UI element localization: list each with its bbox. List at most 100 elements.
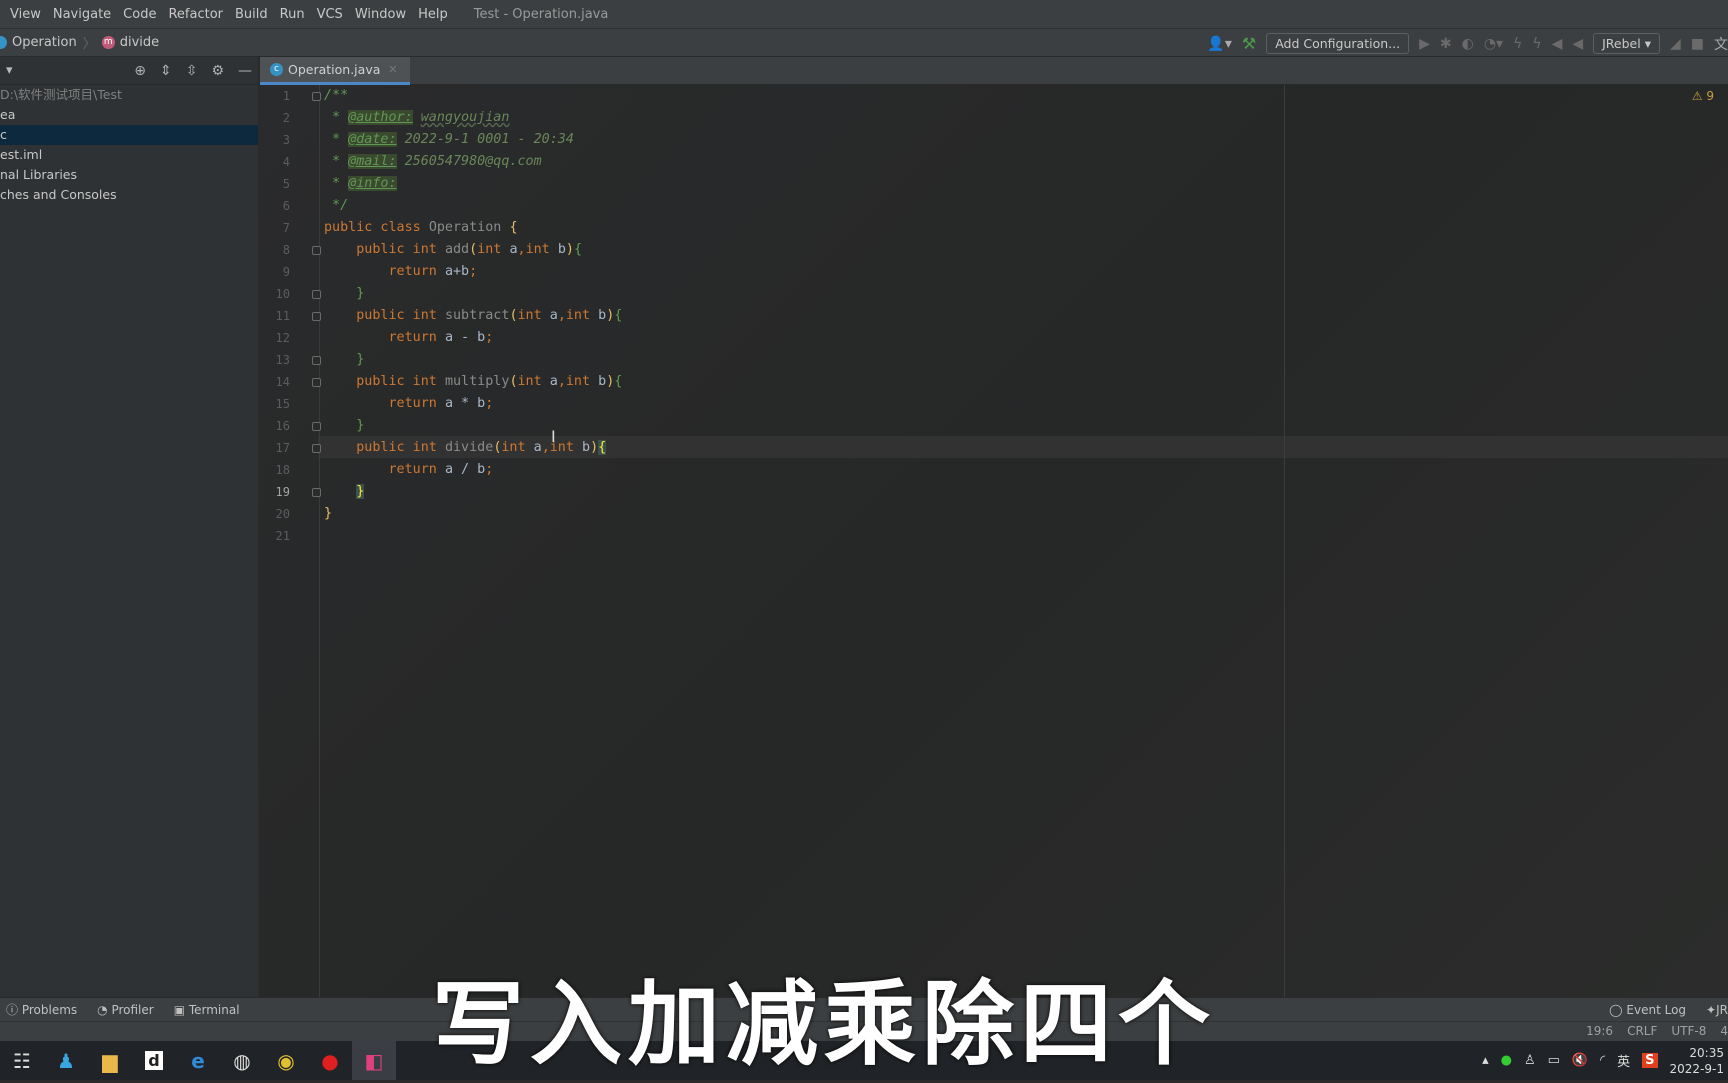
- menu-build[interactable]: Build: [229, 7, 274, 22]
- menu-vcs[interactable]: VCS: [311, 7, 349, 22]
- problems-button[interactable]: ⓘ Problems: [6, 1001, 77, 1018]
- fold-marker-icon[interactable]: [312, 290, 321, 299]
- tree-item[interactable]: est.iml: [0, 145, 258, 165]
- menu-view[interactable]: View: [4, 7, 47, 22]
- menu-refactor[interactable]: Refactor: [162, 7, 229, 22]
- fold-marker-icon[interactable]: [312, 246, 321, 255]
- fold-marker-icon[interactable]: [312, 422, 321, 431]
- edge-icon[interactable]: e: [176, 1041, 220, 1080]
- code-token: add: [444, 242, 470, 257]
- ime-indicator[interactable]: 英: [1617, 1051, 1630, 1070]
- code-line: * @mail: 2560547980@qq.com: [324, 151, 542, 173]
- menu-help[interactable]: Help: [412, 7, 454, 22]
- translate-icon[interactable]: 文: [1714, 34, 1728, 54]
- fold-marker-icon[interactable]: [312, 312, 321, 321]
- wifi-icon[interactable]: ◜: [1600, 1053, 1605, 1068]
- locate-icon[interactable]: ⊕: [134, 63, 146, 79]
- sogou-icon[interactable]: S: [1642, 1053, 1658, 1068]
- code-line: public class Operation {: [324, 217, 518, 239]
- breadcrumb-class[interactable]: Operation: [0, 35, 77, 50]
- menu-navigate[interactable]: Navigate: [47, 7, 117, 22]
- jrebel-dropdown[interactable]: JRebel ▾: [1593, 33, 1660, 54]
- code-token: /**: [324, 88, 349, 103]
- gear-icon[interactable]: ⚙: [211, 63, 224, 79]
- code-line: }: [324, 283, 364, 305]
- indent-setting[interactable]: 4: [1720, 1024, 1728, 1038]
- code-token: multiply: [444, 374, 510, 389]
- close-icon[interactable]: ✕: [388, 63, 397, 76]
- code-editor[interactable]: 1 2 3 4 5 6 7 8 9 10 11 12 13 14 15 16 17 18 19 20 21 /** * …: [260, 85, 1728, 997]
- code-token: return: [324, 264, 445, 279]
- tree-item[interactable]: D:\软件测试项目\Test: [0, 85, 258, 105]
- fold-guide: [319, 85, 320, 997]
- chrome-icon[interactable]: ◉: [264, 1041, 308, 1080]
- file-explorer-icon[interactable]: ▆: [88, 1041, 132, 1080]
- wechat-icon[interactable]: ●: [1501, 1053, 1512, 1068]
- fold-marker-icon[interactable]: [312, 378, 321, 387]
- warnings-indicator[interactable]: ⚠ 9: [1692, 89, 1714, 103]
- project-panel: ▾ ⊕ ⇕ ⇳ ⚙ — D:\软件测试项目\Test ea c est.iml nal …: [0, 57, 259, 997]
- code-token: *: [324, 176, 349, 191]
- battery-icon[interactable]: ▭: [1548, 1053, 1560, 1068]
- stop-icon[interactable]: ■: [1691, 36, 1704, 52]
- jrebel-run-icon[interactable]: ϟ: [1513, 36, 1522, 52]
- tree-item[interactable]: nal Libraries: [0, 165, 258, 185]
- line-number: 4: [282, 155, 290, 169]
- profile-icon[interactable]: ◔▾: [1484, 36, 1503, 52]
- tree-item[interactable]: ea: [0, 105, 258, 125]
- app-icon-penguin[interactable]: ♟: [44, 1041, 88, 1080]
- menu-code[interactable]: Code: [117, 7, 162, 22]
- fold-marker-icon[interactable]: [312, 356, 321, 365]
- jrebel-panel-button[interactable]: ✦JR: [1706, 1003, 1728, 1017]
- menu-window[interactable]: Window: [349, 7, 412, 22]
- jrebel-icon-3[interactable]: ◀: [1552, 36, 1563, 52]
- event-log-button[interactable]: ◯ Event Log: [1609, 1003, 1686, 1017]
- line-separator[interactable]: CRLF: [1627, 1024, 1657, 1038]
- hide-icon[interactable]: —: [238, 63, 252, 79]
- build-hammer-icon[interactable]: ⚒: [1242, 34, 1256, 53]
- code-token: }: [356, 484, 365, 499]
- caret-position[interactable]: 19:6: [1586, 1024, 1613, 1038]
- jrebel-debug-icon[interactable]: ϟ: [1532, 36, 1541, 52]
- task-view-icon[interactable]: ☷: [0, 1041, 44, 1080]
- line-number: 2: [282, 111, 290, 125]
- coverage-icon[interactable]: ◐: [1462, 36, 1474, 52]
- event-log-label: Event Log: [1626, 1002, 1687, 1017]
- menu-run[interactable]: Run: [274, 7, 311, 22]
- qq-icon[interactable]: ♙: [1524, 1053, 1536, 1068]
- clock[interactable]: 20:35 2022-9-1: [1670, 1045, 1724, 1077]
- collapse-all-icon[interactable]: ⇳: [186, 63, 198, 79]
- profiler-button[interactable]: ◔ Profiler: [97, 1003, 154, 1017]
- recorder-icon[interactable]: ●: [308, 1041, 352, 1080]
- video-subtitle: 写入加减乘除四个: [432, 971, 1217, 1078]
- tree-item[interactable]: c: [0, 125, 258, 145]
- fold-marker-icon[interactable]: [312, 488, 321, 497]
- tree-item[interactable]: ches and Consoles: [0, 185, 258, 205]
- jrebel-update-icon[interactable]: ◢: [1670, 36, 1681, 52]
- expand-all-icon[interactable]: ⇕: [160, 63, 172, 79]
- code-token: public class: [324, 220, 429, 235]
- user-icon[interactable]: 👤▾: [1207, 36, 1231, 52]
- file-encoding[interactable]: UTF-8: [1671, 1024, 1706, 1038]
- add-configuration-button[interactable]: Add Configuration...: [1266, 33, 1410, 54]
- run-icon[interactable]: ▶: [1419, 36, 1430, 52]
- jrebel-icon-4[interactable]: ◀: [1572, 36, 1583, 52]
- fold-marker-icon[interactable]: [312, 444, 321, 453]
- code-token: ,: [557, 308, 566, 323]
- app-icon-d[interactable]: d: [132, 1041, 176, 1080]
- code-token: int: [517, 374, 550, 389]
- debug-icon[interactable]: ✱: [1440, 36, 1452, 52]
- tab-operation-java[interactable]: c Operation.java ✕: [260, 57, 410, 85]
- show-hidden-icons[interactable]: ▴: [1482, 1053, 1489, 1068]
- code-token: b: [557, 242, 566, 257]
- code-token: a: [533, 440, 542, 455]
- code-token: int: [565, 308, 599, 323]
- intellij-icon[interactable]: ◧: [352, 1041, 396, 1080]
- breadcrumb-method[interactable]: m divide: [101, 35, 159, 50]
- terminal-button[interactable]: ▣ Terminal: [174, 1003, 240, 1017]
- line-number: 20: [275, 507, 290, 521]
- view-dropdown-icon[interactable]: ▾: [6, 63, 13, 78]
- fold-marker-icon[interactable]: [312, 92, 321, 101]
- mute-icon[interactable]: 🔇: [1572, 1053, 1588, 1068]
- app-icon-globe[interactable]: ◍: [220, 1041, 264, 1080]
